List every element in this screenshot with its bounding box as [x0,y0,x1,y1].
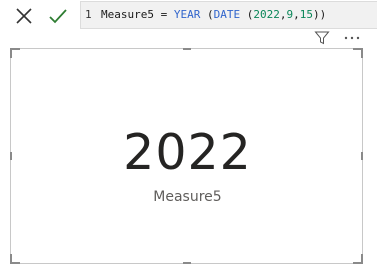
card-value: 2022 [123,124,252,181]
year-argument: 2022 [253,8,280,21]
commit-formula-button[interactable] [42,3,74,29]
formula-bar: 1 Measure5 = YEAR (DATE (2022,9,15)) [0,0,378,31]
check-icon [49,9,67,24]
filter-icon[interactable] [314,30,330,46]
resize-handle-bottom[interactable] [183,262,191,264]
more-options-icon[interactable] [342,30,362,46]
formula-text[interactable]: Measure5 = YEAR (DATE (2022,9,15)) [101,8,326,21]
cancel-formula-button[interactable] [8,3,40,29]
resize-corner-top-right[interactable] [353,48,363,58]
date-function: DATE [213,8,241,21]
line-number: 1 [85,8,92,21]
day-argument: 15 [299,8,313,21]
year-function: YEAR [173,8,201,21]
card-label: Measure5 [153,189,222,205]
x-icon [16,8,32,24]
visual-header [300,30,378,46]
resize-corner-top-left[interactable] [10,48,20,58]
resize-corner-bottom-right[interactable] [353,254,363,264]
formula-input[interactable]: 1 Measure5 = YEAR (DATE (2022,9,15)) [80,1,377,29]
resize-handle-top[interactable] [183,48,191,50]
card-visual[interactable]: 2022 Measure5 [10,48,363,264]
resize-corner-bottom-left[interactable] [10,254,20,264]
measure-name: Measure5 [101,8,154,21]
